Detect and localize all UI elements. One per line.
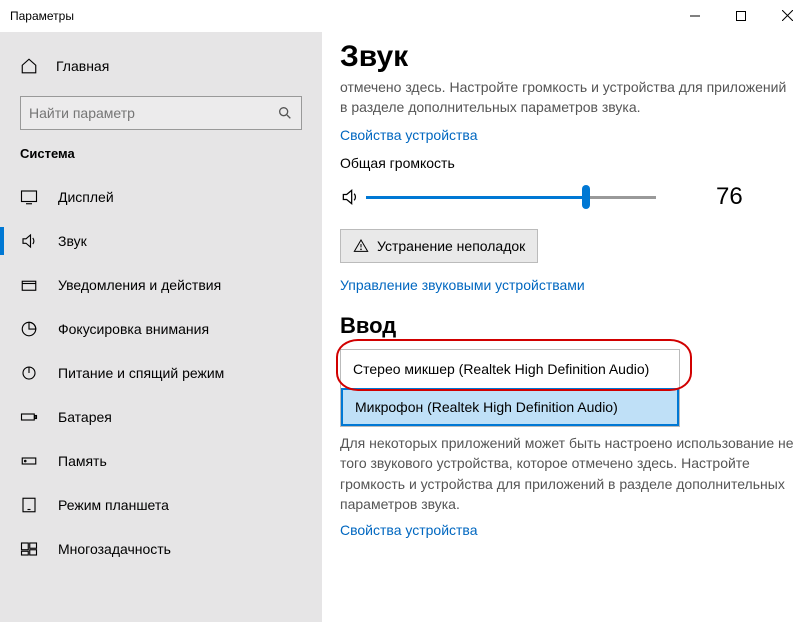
page-title: Звук [340, 40, 794, 74]
dropdown-option-microphone[interactable]: Микрофон (Realtek High Definition Audio) [341, 388, 679, 426]
window-title: Параметры [10, 9, 74, 23]
volume-value: 76 [716, 183, 743, 211]
sidebar-item-sound[interactable]: Звук [0, 219, 322, 263]
volume-label: Общая громкость [340, 155, 794, 171]
title-bar: Параметры [0, 0, 810, 32]
sidebar-item-display[interactable]: Дисплей [0, 175, 322, 219]
display-icon [20, 188, 42, 206]
sidebar-item-notifications[interactable]: Уведомления и действия [0, 263, 322, 307]
volume-row: 76 [340, 183, 794, 211]
troubleshoot-button[interactable]: Устранение неполадок [340, 229, 538, 263]
search-icon [277, 105, 293, 121]
sidebar-item-battery[interactable]: Батарея [0, 395, 322, 439]
sidebar-item-label: Батарея [58, 409, 112, 425]
sidebar-item-multitask[interactable]: Многозадачность [0, 527, 322, 571]
minimize-button[interactable] [672, 0, 718, 32]
sidebar-section-title: Система [0, 146, 322, 161]
output-description-truncated: отмечено здесь. Настройте громкость и ус… [340, 78, 794, 117]
sidebar-home-label: Главная [56, 58, 109, 74]
troubleshoot-label: Устранение неполадок [377, 238, 525, 254]
search-input[interactable] [20, 96, 302, 130]
maximize-button[interactable] [718, 0, 764, 32]
dropdown-option-stereo-mixer[interactable]: Стерео микшер (Realtek High Definition A… [341, 350, 679, 388]
sidebar-item-focus[interactable]: Фокусировка внимания [0, 307, 322, 351]
tablet-icon [20, 496, 42, 514]
dropdown-option-label: Микрофон (Realtek High Definition Audio) [355, 399, 618, 415]
home-icon [20, 57, 44, 75]
storage-icon [20, 452, 42, 470]
content-area: Звук отмечено здесь. Настройте громкость… [322, 32, 810, 622]
speaker-icon [340, 187, 360, 207]
battery-icon [20, 408, 42, 426]
multitask-icon [20, 540, 42, 558]
sidebar-item-label: Уведомления и действия [58, 277, 221, 293]
sidebar-item-power[interactable]: Питание и спящий режим [0, 351, 322, 395]
input-device-properties-link[interactable]: Свойства устройства [340, 522, 794, 538]
sidebar-item-storage[interactable]: Память [0, 439, 322, 483]
sidebar-item-label: Память [58, 453, 107, 469]
manage-devices-link[interactable]: Управление звуковыми устройствами [340, 277, 794, 293]
volume-slider[interactable] [366, 183, 656, 211]
sidebar-item-label: Питание и спящий режим [58, 365, 224, 381]
input-heading: Ввод [340, 313, 794, 339]
focus-icon [20, 320, 42, 338]
sidebar-item-label: Режим планшета [58, 497, 169, 513]
sidebar-item-label: Дисплей [58, 189, 114, 205]
sidebar: Главная Система Дисплей Звук Уведомления… [0, 32, 322, 622]
input-device-dropdown[interactable]: Стерео микшер (Realtek High Definition A… [340, 349, 680, 427]
search-field[interactable] [29, 105, 277, 121]
sound-icon [20, 232, 42, 250]
notifications-icon [20, 276, 42, 294]
sidebar-item-label: Звук [58, 233, 87, 249]
sidebar-home[interactable]: Главная [0, 46, 322, 86]
device-properties-link[interactable]: Свойства устройства [340, 127, 794, 143]
sidebar-item-label: Фокусировка внимания [58, 321, 209, 337]
input-description: Для некоторых приложений может быть наст… [340, 433, 794, 514]
sidebar-item-label: Многозадачность [58, 541, 171, 557]
power-icon [20, 364, 42, 382]
warning-icon [353, 238, 369, 254]
dropdown-option-label: Стерео микшер (Realtek High Definition A… [353, 361, 649, 377]
sidebar-item-tablet[interactable]: Режим планшета [0, 483, 322, 527]
close-button[interactable] [764, 0, 810, 32]
